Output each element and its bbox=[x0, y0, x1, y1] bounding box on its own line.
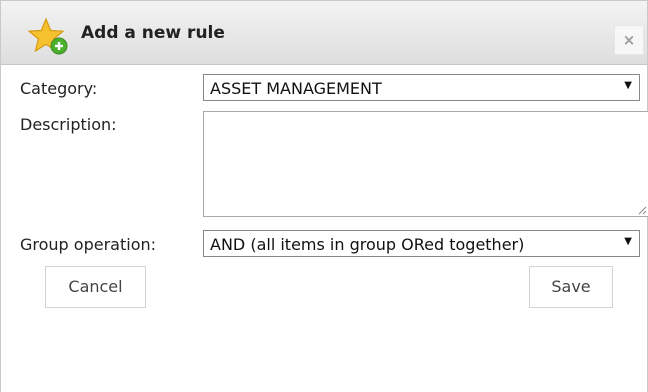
group-operation-label: Group operation: bbox=[20, 235, 157, 254]
dialog-titlebar: Add a new rule × bbox=[1, 1, 647, 65]
description-textarea[interactable] bbox=[203, 111, 648, 217]
chevron-down-icon: ▼ bbox=[624, 236, 632, 247]
close-icon: × bbox=[622, 31, 636, 49]
star-add-icon bbox=[28, 17, 68, 55]
category-select[interactable]: ASSET MANAGEMENT ▼ bbox=[203, 74, 640, 101]
close-button[interactable]: × bbox=[614, 25, 644, 55]
group-operation-selected-value: AND (all items in group ORed together) bbox=[210, 235, 525, 254]
dialog-title: Add a new rule bbox=[81, 23, 225, 43]
save-button[interactable]: Save bbox=[529, 266, 613, 308]
category-selected-value: ASSET MANAGEMENT bbox=[210, 79, 382, 98]
resize-grip-icon[interactable] bbox=[638, 206, 647, 215]
add-rule-dialog: Add a new rule × Category: ASSET MANAGEM… bbox=[0, 0, 648, 392]
category-label: Category: bbox=[20, 79, 98, 98]
chevron-down-icon: ▼ bbox=[624, 80, 632, 91]
cancel-button[interactable]: Cancel bbox=[45, 266, 146, 308]
description-label: Description: bbox=[20, 115, 117, 134]
group-operation-select[interactable]: AND (all items in group ORed together) ▼ bbox=[203, 230, 640, 257]
